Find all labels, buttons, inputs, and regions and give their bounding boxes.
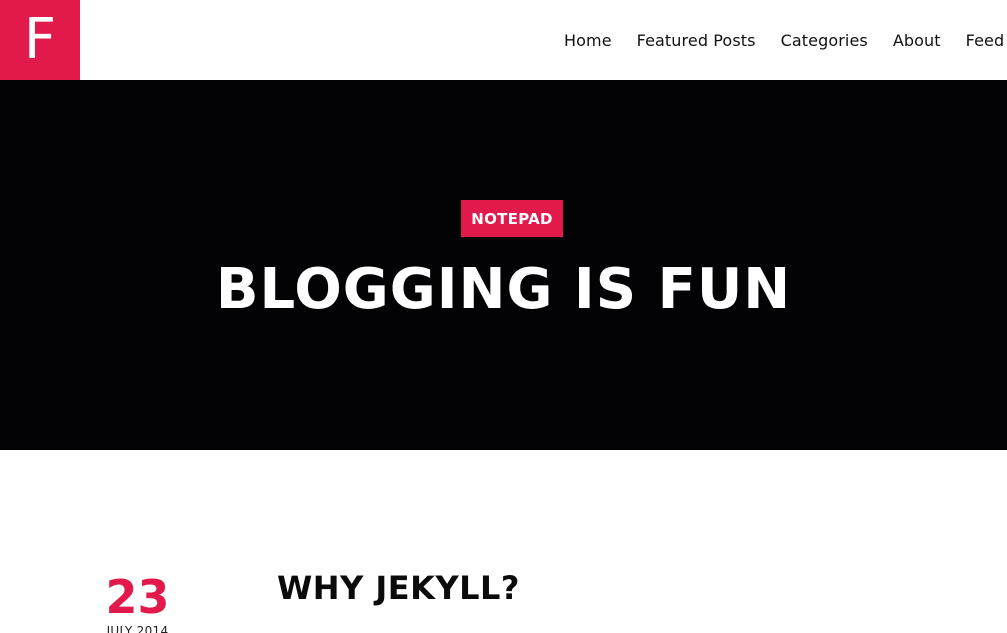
category-tag[interactable]: NOTEPAD — [461, 200, 563, 237]
hero-banner: NOTEPAD BLOGGING IS FUN — [0, 80, 1007, 450]
nav-categories[interactable]: Categories — [781, 31, 868, 50]
nav-home[interactable]: Home — [564, 31, 612, 50]
post-date: 23 JULY 2014 — [90, 570, 185, 633]
site-header: F Home Featured Posts Categories About F… — [0, 0, 1007, 80]
nav-about[interactable]: About — [893, 31, 941, 50]
main-nav: Home Featured Posts Categories About Fee… — [564, 0, 1007, 80]
page: F Home Featured Posts Categories About F… — [0, 0, 1007, 633]
post-title-link[interactable]: WHY JEKYLL? — [277, 566, 520, 610]
site-logo[interactable]: F — [0, 0, 80, 80]
hero-title: BLOGGING IS FUN — [215, 257, 792, 322]
nav-feed[interactable]: Feed — [966, 31, 1005, 50]
post-date-day: 23 — [105, 570, 170, 624]
post-date-month-year: JULY 2014 — [106, 624, 169, 633]
nav-featured-posts[interactable]: Featured Posts — [637, 31, 756, 50]
